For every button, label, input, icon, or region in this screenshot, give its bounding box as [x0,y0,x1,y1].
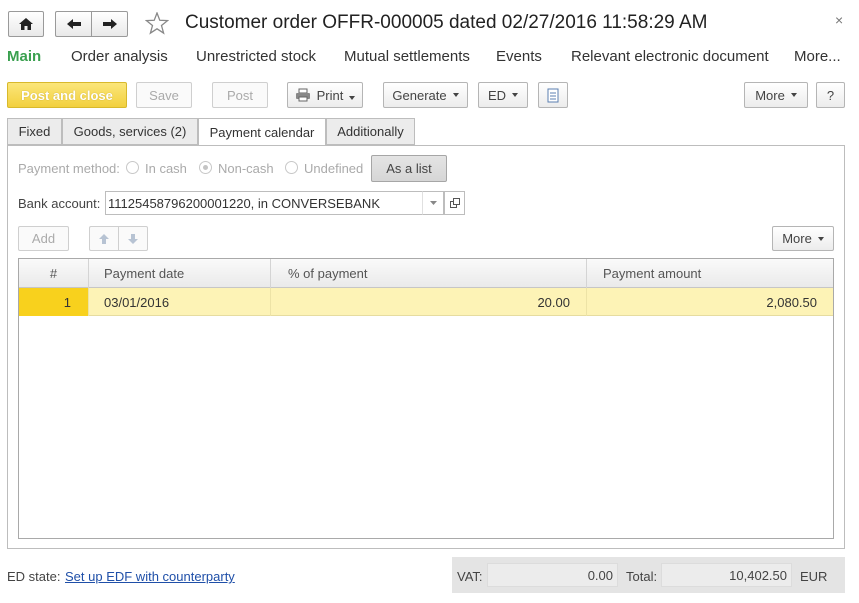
ed-state-link[interactable]: Set up EDF with counterparty [65,569,235,584]
home-button[interactable] [8,11,44,37]
nav-main[interactable]: Main [7,48,41,65]
radio-non-cash[interactable] [199,161,212,174]
ed-button[interactable]: ED [478,82,528,108]
table-row[interactable]: 1 03/01/2016 20.00 2,080.50 [19,288,833,316]
cell-payment-date: 03/01/2016 [89,288,271,316]
printer-icon [295,88,310,102]
total-value: 10,402.50 [661,563,792,587]
post-button[interactable]: Post [212,82,268,108]
move-up-button[interactable] [89,226,118,251]
bank-account-label: Bank account: [18,196,101,211]
document-icon [547,88,559,102]
radio-in-cash-label: In cash [145,161,187,176]
help-button[interactable]: ? [816,82,845,108]
column-header-payment-amount[interactable]: Payment amount [587,259,833,288]
radio-in-cash[interactable] [126,161,139,174]
currency-label: EUR [800,569,828,584]
nav-relevant-ed[interactable]: Relevant electronic document [571,48,769,65]
arrow-left-icon [66,19,81,29]
post-and-close-button[interactable]: Post and close [7,82,127,108]
column-header-percent[interactable]: % of payment [271,259,587,288]
nav-unrestricted-stock[interactable]: Unrestricted stock [196,48,316,65]
radio-undefined-label: Undefined [304,161,364,176]
vat-label: VAT: [457,569,483,584]
cell-payment-amount: 2,080.50 [766,294,817,310]
bank-account-value: 11125458796200001220, in CONVERSEBANK [108,195,380,211]
print-button[interactable]: Print [287,82,363,108]
nav-mutual-settlements[interactable]: Mutual settlements [344,48,470,65]
generate-button[interactable]: Generate [383,82,468,108]
nav-order-analysis[interactable]: Order analysis [71,48,168,65]
total-label: Total: [626,569,658,584]
back-button[interactable] [55,11,91,37]
arrow-up-icon [99,233,109,244]
cell-number: 1 [19,288,89,316]
forward-button[interactable] [91,11,128,37]
bank-account-dropdown[interactable] [422,191,444,215]
report-button[interactable] [538,82,568,108]
as-a-list-button[interactable]: As a list [371,155,447,182]
print-label: Print [317,88,356,103]
nav-more[interactable]: More... [794,48,841,65]
bank-account-open-button[interactable] [444,191,465,215]
cell-percent: 20.00 [271,288,587,316]
close-icon[interactable]: × [835,12,843,28]
tab-payment-calendar[interactable]: Payment calendar [198,118,326,146]
arrow-right-icon [102,19,117,29]
bank-account-field[interactable]: 11125458796200001220, in CONVERSEBANK [105,191,444,215]
more-actions-button[interactable]: More [744,82,808,108]
payment-table: # Payment date % of payment Payment amou… [18,258,834,539]
column-header-payment-date[interactable]: Payment date [89,259,271,288]
tab-goods-services[interactable]: Goods, services (2) [62,118,198,145]
add-row-button[interactable]: Add [18,226,69,251]
arrow-down-icon [128,233,138,244]
radio-non-cash-label: Non-cash [218,161,274,176]
tab-fixed[interactable]: Fixed [7,118,62,145]
radio-undefined[interactable] [285,161,298,174]
page-title: Customer order OFFR-000005 dated 02/27/2… [185,12,708,33]
vat-value: 0.00 [487,563,618,587]
column-header-number[interactable]: # [19,259,89,288]
table-header: # Payment date % of payment Payment amou… [19,259,833,288]
move-down-button[interactable] [118,226,148,251]
nav-events[interactable]: Events [496,48,542,65]
save-button[interactable]: Save [136,82,192,108]
ed-state-label: ED state: [7,569,61,584]
payment-method-label: Payment method: [18,161,120,176]
grid-more-button[interactable]: More [772,226,834,251]
home-icon [19,18,33,30]
favorite-star-icon[interactable] [145,12,169,35]
chevron-down-icon [429,201,437,205]
tab-additionally[interactable]: Additionally [326,118,415,145]
open-window-icon [449,198,460,208]
